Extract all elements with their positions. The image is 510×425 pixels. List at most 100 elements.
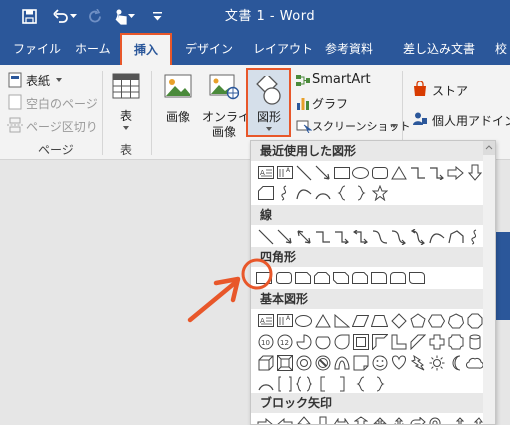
gallery-scrollbar[interactable] — [483, 141, 495, 424]
curve-shape[interactable] — [294, 183, 313, 202]
double-arrow-shape[interactable] — [294, 227, 313, 246]
rectangle-shape[interactable] — [332, 163, 351, 182]
round-single-corner-rectangle-shape[interactable] — [369, 268, 388, 287]
block-arc-shape[interactable] — [332, 353, 351, 372]
tab-insert[interactable]: 挿入 — [120, 33, 172, 65]
cover-dropdown-icon[interactable] — [56, 78, 62, 82]
table-button[interactable]: 表 — [120, 107, 132, 124]
smartart-button[interactable]: SmartArt — [312, 72, 371, 87]
tab-references[interactable]: 参考資料 — [325, 33, 373, 65]
pictures-button[interactable]: 画像 — [166, 108, 190, 125]
cover-page-button[interactable]: 表紙 — [26, 72, 50, 89]
l-shape[interactable] — [389, 332, 408, 351]
oval-shape[interactable] — [351, 163, 370, 182]
triangle-shape[interactable] — [389, 163, 408, 182]
bevel-shape[interactable] — [275, 353, 294, 372]
freeform-shape[interactable] — [446, 227, 465, 246]
shapes-button[interactable]: 図形 — [246, 68, 291, 137]
cube-shape[interactable] — [256, 353, 275, 372]
right-block-arrow-shape[interactable] — [256, 415, 275, 424]
oval-shape[interactable] — [294, 311, 313, 330]
chart-button[interactable]: グラフ — [312, 95, 348, 112]
snip-diagonal-corner-rectangle-shape[interactable] — [331, 268, 350, 287]
down-block-arrow-shape[interactable] — [313, 415, 332, 424]
round-same-side-corner-rectangle-shape[interactable] — [388, 268, 407, 287]
tab-review[interactable]: 校 — [495, 33, 507, 65]
left-right-up-block-arrow-shape[interactable] — [389, 415, 408, 424]
table-dropdown-icon[interactable] — [123, 126, 129, 130]
snip-single-corner-rectangle-shape[interactable] — [293, 268, 312, 287]
elbow-connector-shape[interactable] — [408, 163, 427, 182]
elbow-connector-shape[interactable] — [313, 227, 332, 246]
left-brace-shape[interactable] — [351, 374, 370, 393]
smiley-face-shape[interactable] — [370, 353, 389, 372]
plaque-shape[interactable] — [446, 332, 465, 351]
text-box-shape[interactable]: A — [256, 163, 275, 182]
decagon-shape[interactable]: 10 — [256, 332, 275, 351]
bent-up-block-arrow-shape[interactable] — [465, 415, 484, 424]
freeform-scribble-shape[interactable] — [275, 183, 294, 202]
folded-corner-shape[interactable] — [351, 353, 370, 372]
quad-block-arrow-shape[interactable] — [370, 415, 389, 424]
screenshot-dropdown-icon[interactable] — [391, 124, 397, 128]
vertical-text-box-shape[interactable]: A — [275, 311, 294, 330]
dodecagon-shape[interactable]: 12 — [275, 332, 294, 351]
u-turn-block-arrow-shape[interactable] — [427, 415, 446, 424]
tab-file[interactable]: ファイル — [13, 33, 61, 65]
curved-connector-shape[interactable] — [370, 227, 389, 246]
store-button[interactable]: ストア — [432, 82, 468, 99]
left-brace-shape[interactable] — [332, 183, 351, 202]
arc-shape[interactable] — [256, 374, 275, 393]
octagon-shape[interactable] — [465, 311, 484, 330]
pie-shape[interactable] — [294, 332, 313, 351]
up-down-block-arrow-shape[interactable] — [351, 415, 370, 424]
heptagon-shape[interactable] — [446, 311, 465, 330]
line-shape[interactable] — [256, 227, 275, 246]
round-diagonal-corner-rectangle-shape[interactable] — [407, 268, 426, 287]
elbow-arrow-connector-shape[interactable] — [332, 227, 351, 246]
tab-layout[interactable]: レイアウト — [253, 33, 313, 65]
tab-home[interactable]: ホーム — [75, 33, 111, 65]
parallelogram-shape[interactable] — [351, 311, 370, 330]
up-block-arrow-shape[interactable] — [294, 415, 313, 424]
tab-design[interactable]: デザイン — [185, 33, 233, 65]
snip-same-side-corner-rectangle-shape[interactable] — [312, 268, 331, 287]
blank-page-button[interactable]: 空白のページ — [26, 95, 98, 112]
heart-shape[interactable] — [389, 353, 408, 372]
arrow-shape[interactable] — [313, 163, 332, 182]
right-triangle-shape[interactable] — [332, 311, 351, 330]
scroll-up-button[interactable] — [483, 141, 495, 155]
curved-arrow-connector-shape[interactable] — [389, 227, 408, 246]
vertical-text-box-shape[interactable]: A — [275, 163, 294, 182]
sun-shape[interactable] — [427, 353, 446, 372]
elbow-double-arrow-connector-shape[interactable] — [351, 227, 370, 246]
chord-shape[interactable] — [313, 332, 332, 351]
elbow-arrow-connector-shape[interactable] — [427, 163, 446, 182]
right-arrow-shape[interactable] — [446, 163, 465, 182]
snip-round-corner-rectangle-shape[interactable] — [350, 268, 369, 287]
triangle-shape[interactable] — [313, 311, 332, 330]
donut-shape[interactable] — [294, 353, 313, 372]
trapezoid-shape[interactable] — [370, 311, 389, 330]
arc-shape[interactable] — [313, 183, 332, 202]
no-symbol-shape[interactable] — [313, 353, 332, 372]
left-bracket-shape[interactable] — [313, 374, 332, 393]
half-frame-shape[interactable] — [370, 332, 389, 351]
left-up-block-arrow-shape[interactable] — [446, 415, 465, 424]
frame-shape[interactable] — [351, 332, 370, 351]
rounded-rectangle-shape[interactable] — [274, 268, 293, 287]
text-box-shape[interactable]: A — [256, 311, 275, 330]
bent-block-arrow-shape[interactable] — [408, 415, 427, 424]
pentagon-shape[interactable] — [408, 311, 427, 330]
cross-shape[interactable] — [427, 332, 446, 351]
page-break-button[interactable]: ページ区切り — [26, 118, 98, 135]
snip-corner-rectangle-shape[interactable] — [256, 183, 275, 202]
tab-mailings[interactable]: 差し込み文書 — [403, 33, 475, 65]
diamond-shape[interactable] — [389, 311, 408, 330]
double-brace-shape[interactable] — [294, 374, 313, 393]
teardrop-shape[interactable] — [332, 332, 351, 351]
double-bracket-shape[interactable] — [275, 374, 294, 393]
right-brace-shape[interactable] — [351, 183, 370, 202]
hexagon-shape[interactable] — [427, 311, 446, 330]
can-shape[interactable] — [465, 332, 484, 351]
